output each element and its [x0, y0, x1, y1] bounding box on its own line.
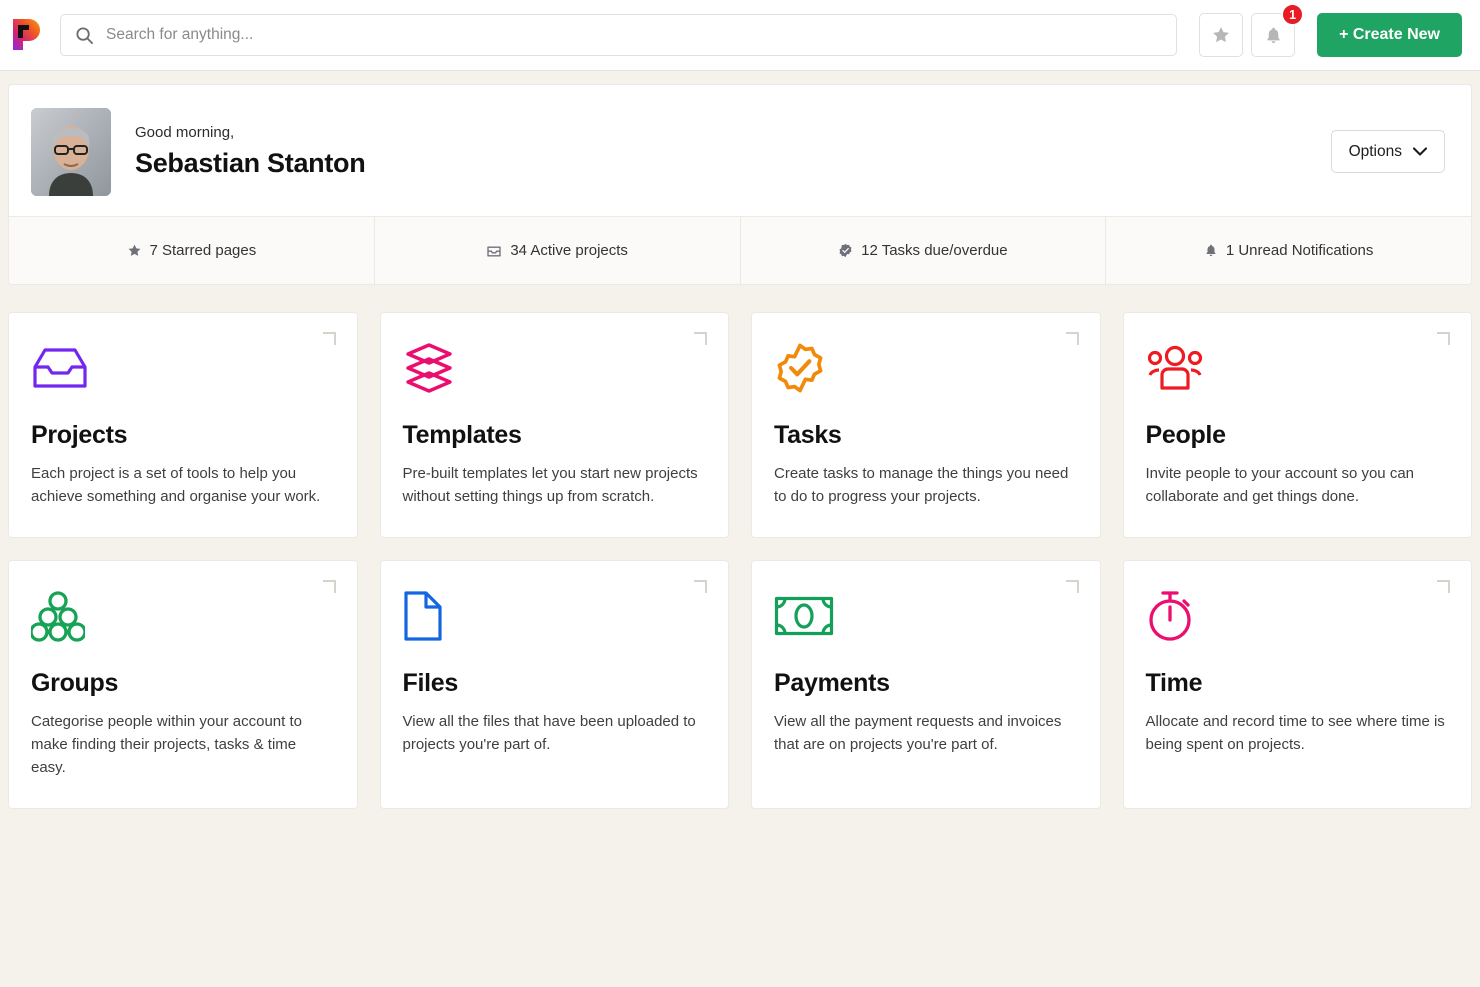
stopwatch-icon	[1148, 591, 1191, 641]
user-avatar-photo	[31, 107, 111, 196]
card-description: Categorise people within your account to…	[31, 712, 302, 776]
stat-label: 34 Active projects	[510, 242, 628, 259]
card-time[interactable]: Time Allocate and record time to see whe…	[1122, 559, 1472, 809]
create-new-button[interactable]: + Create New	[1317, 13, 1462, 57]
card-templates[interactable]: Templates Pre-built templates let you st…	[379, 312, 729, 538]
star-icon	[1213, 27, 1229, 43]
expand-corner-icon	[1437, 579, 1450, 593]
document-icon	[403, 591, 442, 641]
expand-corner-icon	[1065, 579, 1079, 593]
pi-logo-icon	[13, 19, 40, 50]
card-description: View all the files that have been upload…	[402, 712, 696, 753]
profile-row: Good morning, Sebastian Stanton Options	[9, 85, 1471, 216]
card-description: Each project is a set of tools to help y…	[31, 465, 321, 505]
chevron-down-icon	[1413, 147, 1427, 156]
notification-badge: 1	[1281, 3, 1305, 26]
card-description: Create tasks to manage the things you ne…	[774, 465, 1069, 505]
card-title: Groups	[31, 668, 119, 697]
card-groups[interactable]: Groups Categorise people within your acc…	[8, 559, 358, 809]
check-badge-icon	[777, 343, 823, 393]
expand-corner-icon	[1437, 332, 1450, 345]
app-header: 1 + Create New	[0, 0, 1480, 71]
greeting-block: Good morning, Sebastian Stanton	[135, 124, 1331, 179]
options-button-label: Options	[1348, 142, 1402, 160]
stat-label: 7 Starred pages	[149, 242, 257, 259]
greeting-text: Good morning,	[135, 124, 235, 141]
card-files[interactable]: Files View all the files that have been …	[379, 559, 729, 809]
user-name: Sebastian Stanton	[135, 148, 366, 178]
people-group-icon	[1147, 345, 1202, 390]
bell-icon	[1206, 244, 1216, 256]
card-projects[interactable]: Projects Each project is a set of tools …	[8, 312, 358, 538]
bell-icon	[1266, 27, 1280, 43]
stat-active-projects[interactable]: 34 Active projects	[375, 217, 741, 284]
card-payments[interactable]: Payments View all the payment requests a…	[751, 559, 1101, 809]
notifications-button[interactable]: 1	[1251, 3, 1305, 57]
expand-corner-icon	[694, 579, 707, 593]
layers-stack-icon	[405, 343, 452, 393]
card-icon-wrap	[31, 339, 333, 397]
card-tasks[interactable]: Tasks Create tasks to manage the things …	[751, 312, 1101, 538]
card-people[interactable]: People Invite people to your account so …	[1122, 312, 1472, 538]
search-icon	[76, 26, 94, 44]
card-title: Files	[402, 668, 459, 697]
card-title: Projects	[31, 421, 128, 449]
options-button[interactable]: Options	[1330, 130, 1445, 173]
card-description: Allocate and record time to see where ti…	[1145, 712, 1445, 753]
card-description: Pre-built templates let you start new pr…	[402, 465, 698, 505]
search-bar[interactable]	[60, 14, 1178, 56]
expand-corner-icon	[1065, 332, 1079, 345]
stat-label: 12 Tasks due/overdue	[861, 242, 1008, 259]
stat-starred-pages[interactable]: 7 Starred pages	[9, 217, 375, 284]
inbox-icon	[487, 246, 502, 257]
starred-button[interactable]	[1199, 13, 1244, 57]
stats-row: 7 Starred pages 34 Active projects 12 Ta…	[9, 216, 1471, 284]
expand-corner-icon	[322, 332, 336, 345]
card-icon-wrap	[31, 587, 333, 645]
profile-panel: Good morning, Sebastian Stanton Options …	[8, 84, 1472, 285]
inbox-tray-icon	[33, 348, 87, 388]
star-icon	[128, 244, 140, 256]
expand-corner-icon	[694, 332, 707, 345]
card-icon-wrap	[774, 587, 1076, 645]
card-description: View all the payment requests and invoic…	[774, 712, 1062, 753]
card-title: People	[1145, 421, 1226, 449]
card-description: Invite people to your account so you can…	[1145, 465, 1415, 505]
card-title: Payments	[774, 668, 890, 697]
app-logo[interactable]	[0, 0, 56, 71]
feature-card-grid: Projects Each project is a set of tools …	[0, 285, 1480, 809]
stat-unread-notifications[interactable]: 1 Unread Notifications	[1106, 217, 1471, 284]
stat-tasks-due[interactable]: 12 Tasks due/overdue	[741, 217, 1107, 284]
card-title: Templates	[402, 421, 522, 449]
card-icon-wrap	[403, 339, 705, 397]
search-input[interactable]	[106, 26, 1163, 44]
circles-pyramid-icon	[31, 591, 85, 642]
card-icon-wrap	[1146, 339, 1448, 397]
card-title: Time	[1145, 668, 1203, 697]
avatar[interactable]	[31, 107, 111, 196]
card-icon-wrap	[774, 339, 1076, 397]
card-icon-wrap	[403, 587, 705, 645]
check-badge-icon	[839, 243, 852, 258]
card-title: Tasks	[774, 421, 842, 449]
stat-label: 1 Unread Notifications	[1225, 242, 1374, 259]
expand-corner-icon	[322, 579, 336, 593]
banknote-icon	[774, 596, 834, 635]
card-icon-wrap	[1146, 587, 1448, 645]
